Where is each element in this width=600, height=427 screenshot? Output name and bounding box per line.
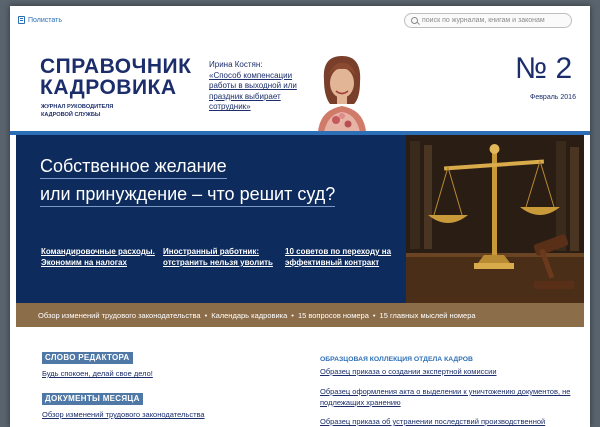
magazine-title-line2: КАДРОВИКА xyxy=(40,76,177,99)
hero-banner[interactable]: Собственное желание или принуждение – чт… xyxy=(16,135,584,303)
ticker-item-law-changes[interactable]: Обзор изменений трудового законодательст… xyxy=(38,311,201,320)
ticker-item-questions[interactable]: 15 вопросов номера xyxy=(298,311,369,320)
magazine-page: Полистать СПРАВОЧНИК КАДРОВИКА ЖУРНАЛ РУ… xyxy=(10,6,590,427)
author-photo xyxy=(310,50,374,132)
author-teaser[interactable]: Ирина Костян: «Способ компенсации работы… xyxy=(209,60,309,113)
author-teaser-link[interactable]: «Способ компенсации работы в выходной ил… xyxy=(209,71,309,113)
hero-headline-line2[interactable]: или принуждение – что решит суд? xyxy=(40,183,336,207)
documents-section-title: ДОКУМЕНТЫ МЕСЯЦА xyxy=(42,393,143,405)
collection-title: ОБРАЗЦОВАЯ КОЛЛЕКЦИЯ ОТДЕЛА КАДРОВ xyxy=(320,356,473,363)
documents-article-link[interactable]: Обзор изменений трудового законодательст… xyxy=(42,410,205,419)
ticker-item-main-thoughts[interactable]: 15 главных мыслей номера xyxy=(380,311,476,320)
author-photo-illustration xyxy=(310,50,374,132)
ticker-separator: • xyxy=(291,310,294,320)
magazine-subtitle: ЖУРНАЛ РУКОВОДИТЕЛЯ КАДРОВОЙ СЛУЖБЫ xyxy=(41,103,151,119)
leaf-through-button[interactable]: Полистать xyxy=(18,16,62,24)
ticker-separator: • xyxy=(372,310,376,320)
hero-link-foreign-worker[interactable]: Иностранный работник: отстранить нельзя … xyxy=(163,246,283,268)
leaf-through-label: Полистать xyxy=(28,16,62,24)
magazine-subtitle-line2: КАДРОВОЙ СЛУЖБЫ xyxy=(41,112,101,118)
issue-date: Февраль 2016 xyxy=(530,94,576,101)
ticker-separator: • xyxy=(204,310,208,320)
hero-headline-line1[interactable]: Собственное желание xyxy=(40,155,227,179)
magazine-title-line1: СПРАВОЧНИК xyxy=(40,55,192,78)
editor-section-title: СЛОВО РЕДАКТОРА xyxy=(42,352,133,364)
hero-link-business-trips[interactable]: Командировочные расходы. Экономим на нал… xyxy=(41,246,161,268)
issue-number: № 2 xyxy=(515,52,573,85)
book-icon xyxy=(18,16,25,24)
search-box[interactable] xyxy=(404,13,572,28)
editor-article-link[interactable]: Будь спокоен, делай свое дело! xyxy=(42,369,153,378)
ticker-item-calendar[interactable]: Календарь кадровика xyxy=(211,311,287,320)
top-toolbar: Полистать xyxy=(10,6,590,40)
author-name: Ирина Костян: xyxy=(209,60,263,69)
magazine-subtitle-line1: ЖУРНАЛ РУКОВОДИТЕЛЯ xyxy=(41,104,114,110)
hero-link-effective-contract[interactable]: 10 советов по переходу на эффективный ко… xyxy=(285,246,405,268)
search-icon[interactable] xyxy=(411,17,418,24)
scales-of-justice-image xyxy=(406,135,584,303)
search-input[interactable] xyxy=(422,17,562,24)
collection-item-expert-commission[interactable]: Образец приказа о создании экспертной ко… xyxy=(320,367,582,378)
collection-item-production-order[interactable]: Образец приказа об устранении последстви… xyxy=(320,417,582,427)
magazine-title: СПРАВОЧНИК КАДРОВИКА xyxy=(40,56,210,98)
rubric-ticker: Обзор изменений трудового законодательст… xyxy=(16,303,584,327)
collection-item-destruction-act[interactable]: Образец оформления акта о выделении к ун… xyxy=(320,387,582,408)
